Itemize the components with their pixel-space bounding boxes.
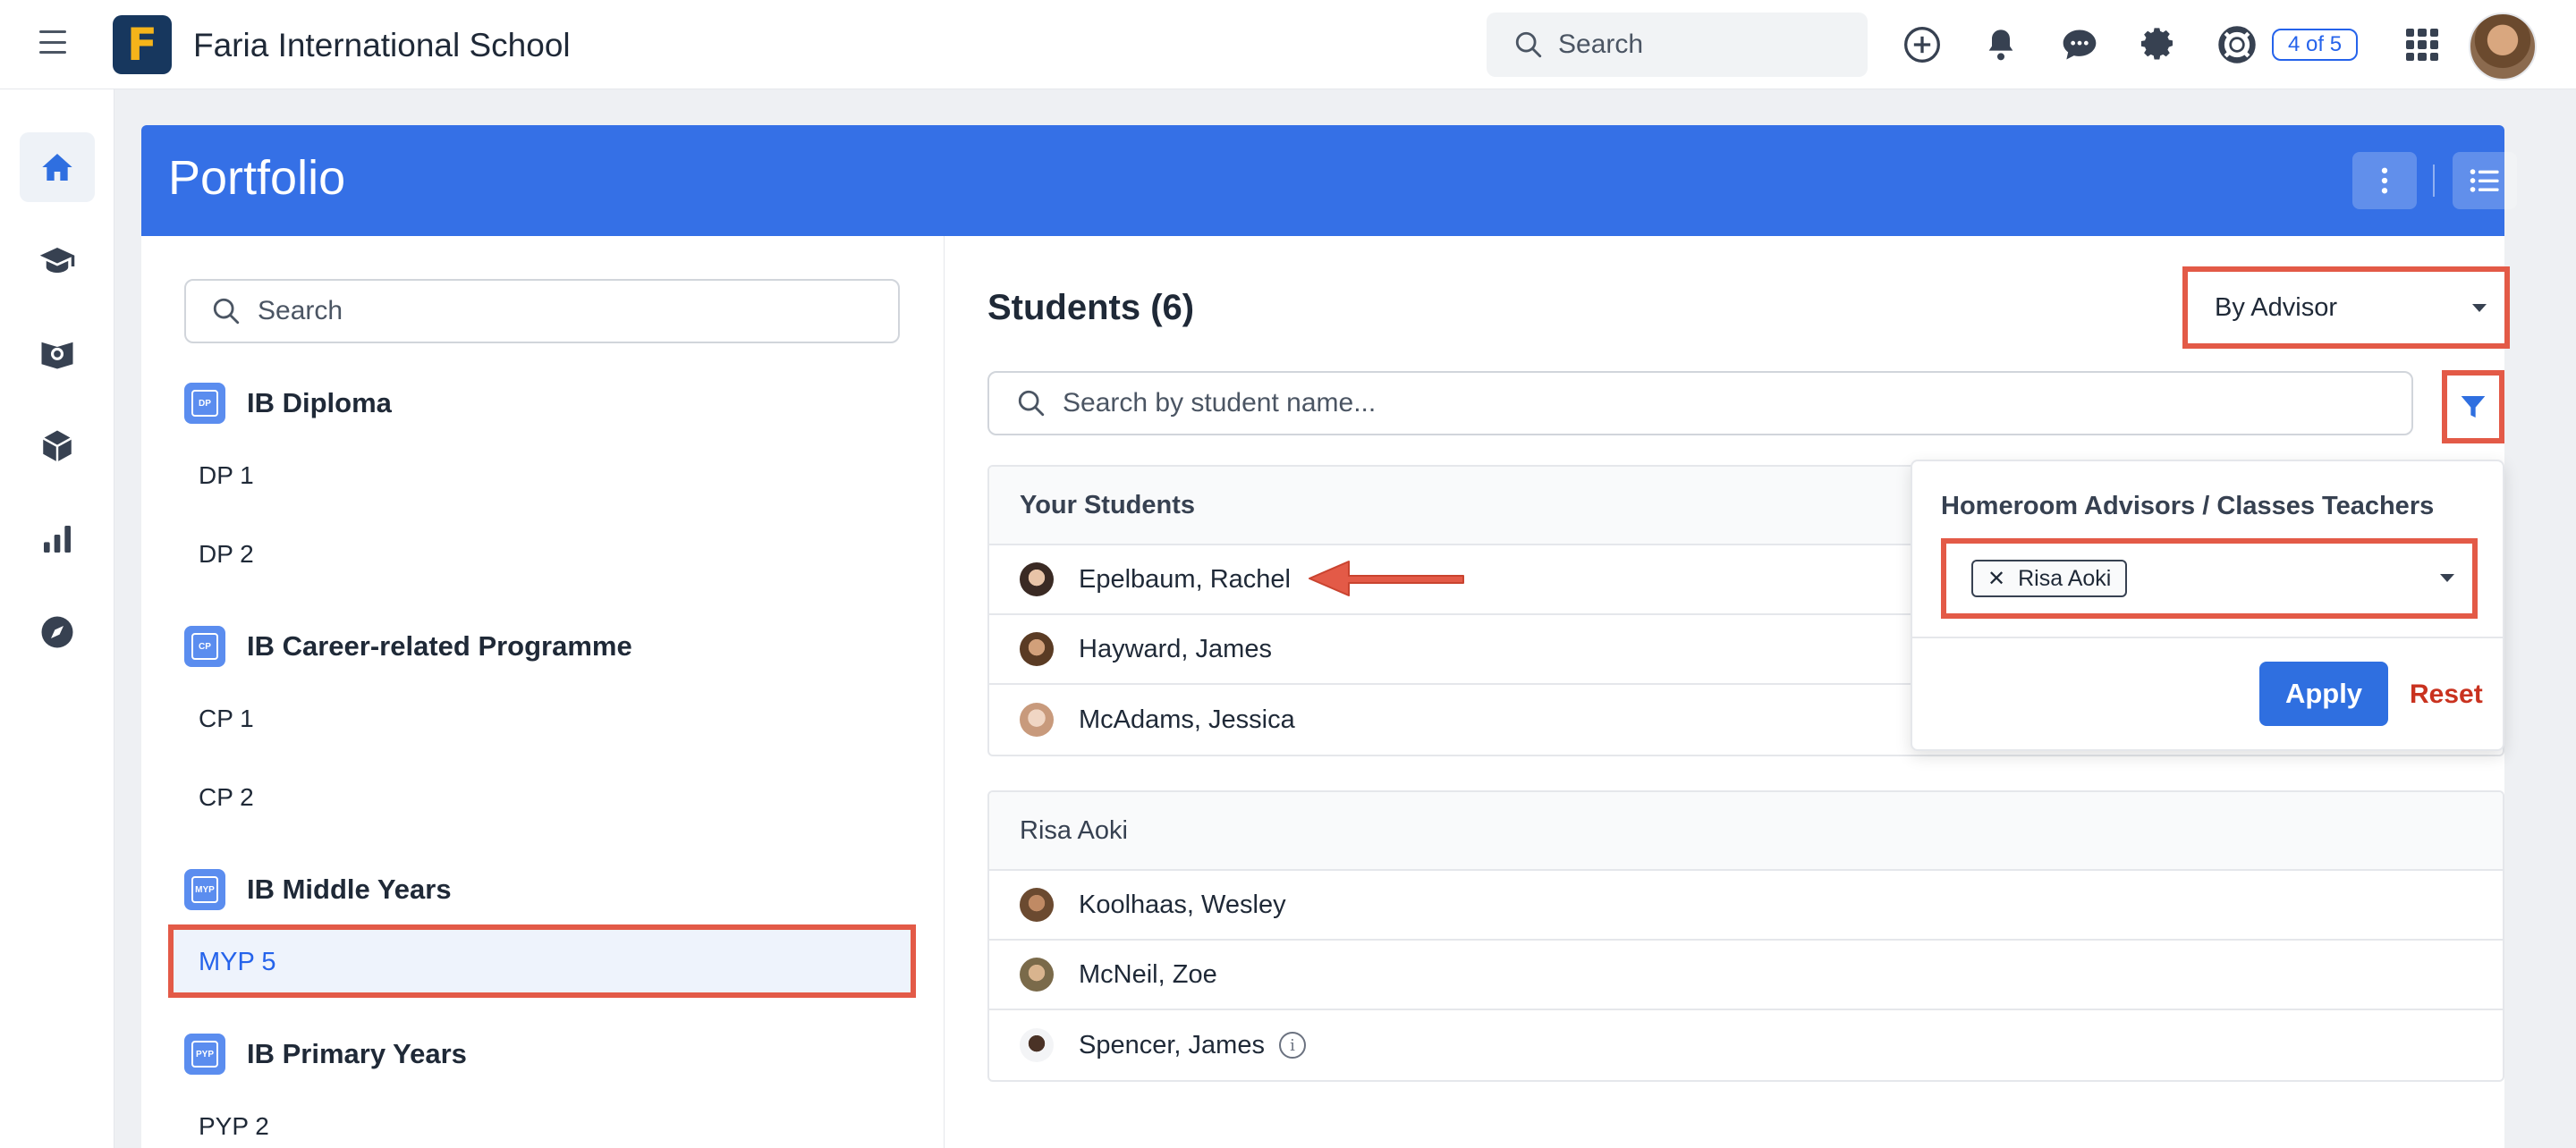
user-avatar[interactable] — [2469, 13, 2537, 80]
student-avatar — [1020, 562, 1054, 596]
info-icon[interactable]: i — [1278, 1032, 1306, 1059]
student-row[interactable]: McNeil, Zoe — [989, 941, 2503, 1010]
search-icon — [1515, 31, 1542, 58]
student-name: Koolhaas, Wesley — [1079, 890, 1286, 919]
student-avatar — [1020, 888, 1054, 922]
add-icon[interactable] — [1902, 24, 1943, 65]
page-title: Portfolio — [168, 151, 346, 205]
programme-ib-middle-years[interactable]: MYP IB Middle Years — [184, 869, 452, 910]
grade-item[interactable]: CP 2 — [199, 783, 254, 812]
logo-letter: F — [126, 19, 158, 71]
apps-grid-icon[interactable] — [2406, 29, 2438, 61]
student-row[interactable]: Spencer, James i — [989, 1010, 2503, 1080]
programme-title: IB Career-related Programme — [247, 630, 632, 662]
student-avatar — [1020, 1028, 1054, 1062]
hamburger-menu-icon[interactable] — [39, 30, 66, 54]
group-by-select[interactable]: By Advisor — [2182, 266, 2510, 349]
list-view-button[interactable] — [2453, 152, 2517, 209]
kebab-menu-icon — [2381, 167, 2388, 194]
top-bar: F Faria International School Search 4 of… — [0, 0, 2576, 89]
home-icon — [42, 154, 72, 181]
rail-home[interactable] — [20, 132, 95, 202]
rail-units[interactable] — [20, 411, 95, 481]
rail-curriculum[interactable] — [20, 318, 95, 388]
programme-search-input[interactable]: Search — [184, 279, 900, 343]
list-icon — [2470, 169, 2499, 192]
student-name: Spencer, James — [1079, 1030, 1265, 1059]
column-divider — [944, 236, 945, 1148]
advisor-multiselect[interactable]: ✕ Risa Aoki — [1941, 538, 2478, 619]
programme-ib-primary-years[interactable]: PYP IB Primary Years — [184, 1034, 467, 1075]
programme-title: IB Diploma — [247, 387, 392, 418]
global-search-placeholder: Search — [1558, 30, 1644, 59]
global-search-input[interactable]: Search — [1487, 13, 1868, 77]
filter-label: Homeroom Advisors / Classes Teachers — [1941, 492, 2435, 520]
student-avatar — [1020, 703, 1054, 737]
grade-item[interactable]: DP 2 — [199, 540, 254, 569]
apply-button[interactable]: Apply — [2259, 662, 2388, 726]
globe-book-icon — [41, 342, 73, 369]
popup-divider — [1912, 637, 2503, 638]
gear-icon[interactable] — [2138, 24, 2179, 65]
bar-chart-icon — [44, 526, 71, 553]
student-search-placeholder: Search by student name... — [1063, 388, 1377, 418]
annotation-arrow — [1309, 561, 1464, 596]
search-icon — [1018, 390, 1045, 417]
student-name: McNeil, Zoe — [1079, 959, 1217, 989]
student-name: Hayward, James — [1079, 634, 1272, 663]
pyp-programme-icon: PYP — [184, 1034, 225, 1075]
advisor-filter-popup: Homeroom Advisors / Classes Teachers ✕ R… — [1911, 460, 2504, 751]
school-name[interactable]: Faria International School — [193, 27, 571, 64]
onboarding-progress-badge[interactable]: 4 of 5 — [2272, 29, 2359, 61]
student-avatar — [1020, 632, 1054, 666]
cube-icon — [42, 430, 72, 462]
student-avatar — [1020, 958, 1054, 992]
reset-button[interactable]: Reset — [2410, 680, 2483, 710]
myp-programme-icon: MYP — [184, 869, 225, 910]
programme-title: IB Primary Years — [247, 1038, 467, 1069]
chip-remove-icon[interactable]: ✕ — [1987, 566, 2005, 592]
dp-programme-icon: DP — [184, 383, 225, 424]
chip-label: Risa Aoki — [2018, 565, 2112, 591]
chevron-down-icon — [2472, 304, 2487, 312]
left-navigation-rail: F — [0, 89, 114, 1148]
filter-icon — [2461, 396, 2486, 418]
cp-programme-icon: CP — [184, 626, 225, 667]
group-by-value: By Advisor — [2215, 293, 2337, 322]
grade-item-selected[interactable]: MYP 5 — [168, 924, 916, 998]
student-group-risa-aoki: Risa Aoki Koolhaas, Wesley McNeil, Zoe S… — [987, 790, 2504, 1082]
search-icon — [213, 298, 240, 325]
bell-icon[interactable] — [1980, 24, 2021, 65]
programme-ib-diploma[interactable]: DP IB Diploma — [184, 383, 392, 424]
group-title: Risa Aoki — [989, 792, 2503, 871]
school-logo[interactable]: F — [113, 15, 172, 74]
more-options-button[interactable] — [2352, 152, 2417, 209]
grade-item[interactable]: CP 1 — [199, 705, 254, 733]
compass-icon — [41, 616, 73, 648]
grade-item[interactable]: DP 1 — [199, 461, 254, 490]
student-search-input[interactable]: Search by student name... — [987, 371, 2413, 435]
header-separator — [2433, 165, 2435, 197]
help-lifebuoy-icon[interactable] — [2216, 24, 2258, 65]
students-count-title: Students (6) — [987, 288, 1195, 327]
student-name: McAdams, Jessica — [1079, 705, 1295, 734]
rail-explore[interactable] — [20, 597, 95, 667]
rail-reports[interactable] — [20, 504, 95, 574]
filter-button[interactable] — [2442, 370, 2504, 443]
portfolio-header: Portfolio — [141, 125, 2517, 236]
rail-academics[interactable] — [20, 225, 95, 295]
programme-ib-career[interactable]: CP IB Career-related Programme — [184, 626, 632, 667]
programme-title: IB Middle Years — [247, 874, 452, 905]
selected-advisor-chip: ✕ Risa Aoki — [1971, 560, 2128, 597]
selected-grade-label: MYP 5 — [199, 948, 276, 976]
student-row[interactable]: Koolhaas, Wesley — [989, 871, 2503, 941]
student-name: Epelbaum, Rachel — [1079, 564, 1291, 594]
programme-search-placeholder: Search — [258, 296, 343, 325]
chat-icon[interactable] — [2059, 24, 2100, 65]
graduation-cap-icon — [39, 248, 75, 273]
chevron-down-icon[interactable] — [2440, 574, 2454, 582]
grade-item[interactable]: PYP 2 — [199, 1112, 269, 1141]
